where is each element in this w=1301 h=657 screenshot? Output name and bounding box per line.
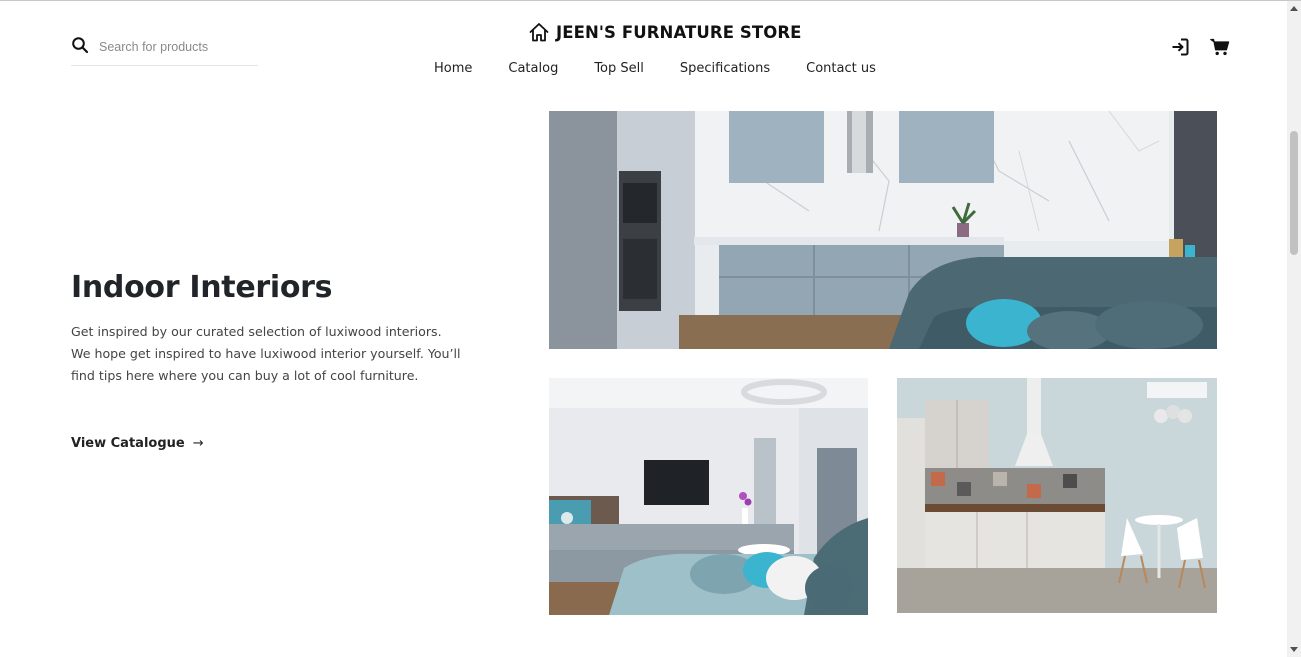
nav-specifications[interactable]: Specifications [680, 61, 770, 76]
kitchen-and-sofa-photo [549, 111, 1217, 349]
hero-title: Indoor Interiors [71, 270, 333, 305]
brand-name: JEEN'S FURNATURE STORE [556, 22, 802, 42]
kitchen-dining-photo [897, 378, 1217, 613]
house-icon [529, 23, 549, 42]
nav-top-sell[interactable]: Top Sell [594, 61, 644, 76]
main-nav: Home Catalog Top Sell Specifications Con… [434, 61, 876, 76]
nav-home[interactable]: Home [434, 61, 472, 76]
scroll-up-icon[interactable] [1290, 6, 1298, 11]
nav-catalog[interactable]: Catalog [508, 61, 558, 76]
search-input[interactable] [99, 37, 257, 57]
living-room-photo [549, 378, 868, 615]
view-catalogue-label: View Catalogue [71, 436, 185, 451]
sign-in-icon[interactable] [1170, 37, 1190, 57]
arrow-right-icon: → [192, 436, 204, 451]
view-catalogue-link[interactable]: View Catalogue → [71, 436, 204, 451]
cart-icon[interactable] [1210, 37, 1230, 57]
search-box[interactable] [71, 34, 258, 66]
scroll-down-icon[interactable] [1290, 647, 1298, 652]
hero-description: Get inspired by our curated selection of… [71, 324, 461, 383]
search-icon[interactable] [71, 36, 89, 54]
page-scrollbar[interactable] [1287, 1, 1301, 657]
scrollbar-thumb[interactable] [1290, 131, 1298, 255]
brand-logo[interactable]: JEEN'S FURNATURE STORE [528, 20, 802, 44]
nav-contact-us[interactable]: Contact us [806, 61, 876, 76]
window-top-border [0, 0, 1301, 1]
